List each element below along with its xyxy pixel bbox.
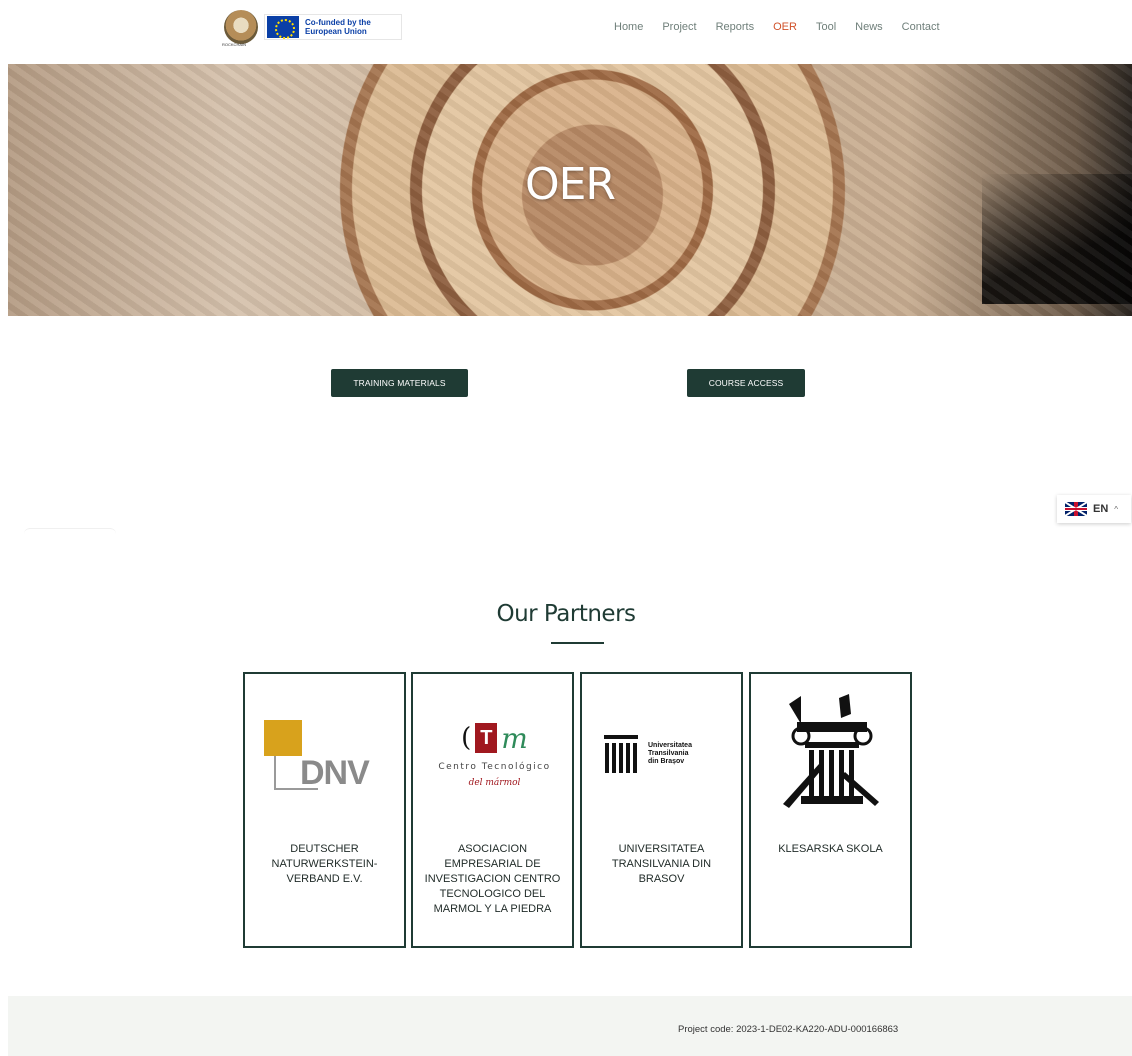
nav-contact[interactable]: Contact <box>902 21 940 33</box>
klesarska-logo <box>783 694 879 808</box>
nav-news[interactable]: News <box>855 21 883 33</box>
dnv-logo: DNV <box>264 720 386 792</box>
eu-funding-badge: Co-funded by the European Union <box>264 14 402 40</box>
partner-name: UNIVERSITATEA TRANSILVANIA DIN BRASOV <box>611 843 712 885</box>
utbv-logo-line2: Transilvania <box>648 750 689 757</box>
dnv-logo-text: DNV <box>300 754 370 792</box>
page-title: OER <box>524 159 616 210</box>
site-header: ROCKCHAIN Co-funded by the European Unio… <box>0 0 1132 64</box>
project-code: Project code: 2023-1-DE02-KA220-ADU-0001… <box>678 1024 899 1035</box>
uk-flag-icon <box>1065 502 1087 516</box>
ctm-logo-line2: del mármol <box>468 778 521 788</box>
nav-reports[interactable]: Reports <box>716 21 755 33</box>
logo-group[interactable]: ROCKCHAIN Co-funded by the European Unio… <box>222 10 402 47</box>
training-materials-button[interactable]: TRAINING MATERIALS <box>331 369 468 397</box>
heading-divider <box>551 642 604 644</box>
utbv-logo: Universitatea Transilvania din Brașov <box>604 734 724 774</box>
ctm-logo-letter: T <box>475 723 498 753</box>
nav-tool[interactable]: Tool <box>816 21 836 33</box>
main-nav: Home Project Reports OER Tool News Conta… <box>614 21 940 33</box>
partner-name: ASOCIACION EMPRESARIAL DE INVESTIGACION … <box>424 843 561 915</box>
ctm-logo: ( T m Centro Tecnológico del mármol <box>427 720 562 800</box>
partners-heading: Our Partners <box>496 601 636 627</box>
partner-card-klesarska[interactable]: KLESARSKA SKOLA <box>749 672 912 948</box>
hero-banner: OER <box>8 64 1132 316</box>
nav-project[interactable]: Project <box>662 21 696 33</box>
nav-oer[interactable]: OER <box>773 21 797 33</box>
partner-name: KLESARSKA SKOLA <box>778 843 883 855</box>
eu-flag-icon <box>267 16 299 39</box>
ctm-logo-line1: Centro Tecnológico <box>438 762 551 772</box>
partner-name: DEUTSCHER NATURWERKSTEIN-VERBAND E.V. <box>271 843 378 885</box>
project-logo[interactable]: ROCKCHAIN <box>222 10 258 47</box>
course-access-button[interactable]: COURSE ACCESS <box>687 369 805 397</box>
utbv-logo-line3: din Brașov <box>648 758 685 765</box>
partner-card-ctm[interactable]: ( T m Centro Tecnológico del mármol ASOC… <box>411 672 574 948</box>
language-switcher[interactable]: EN ^ <box>1057 495 1131 523</box>
nav-home[interactable]: Home <box>614 21 643 33</box>
eu-funding-text: Co-funded by the European Union <box>305 18 371 36</box>
partner-card-dnv[interactable]: DNV DEUTSCHER NATURWERKSTEIN-VERBAND E.V… <box>243 672 406 948</box>
site-footer: Project code: 2023-1-DE02-KA220-ADU-0001… <box>8 996 1132 1056</box>
language-code: EN <box>1093 503 1109 515</box>
utbv-logo-line1: Universitatea <box>648 742 692 749</box>
ctm-logo-m: m <box>501 721 528 755</box>
tab-edge <box>24 528 116 534</box>
chevron-up-icon: ^ <box>1114 504 1119 514</box>
project-logo-text: ROCKCHAIN <box>222 42 247 47</box>
partner-card-utbv[interactable]: Universitatea Transilvania din Brașov UN… <box>580 672 743 948</box>
university-building-icon <box>604 735 638 773</box>
